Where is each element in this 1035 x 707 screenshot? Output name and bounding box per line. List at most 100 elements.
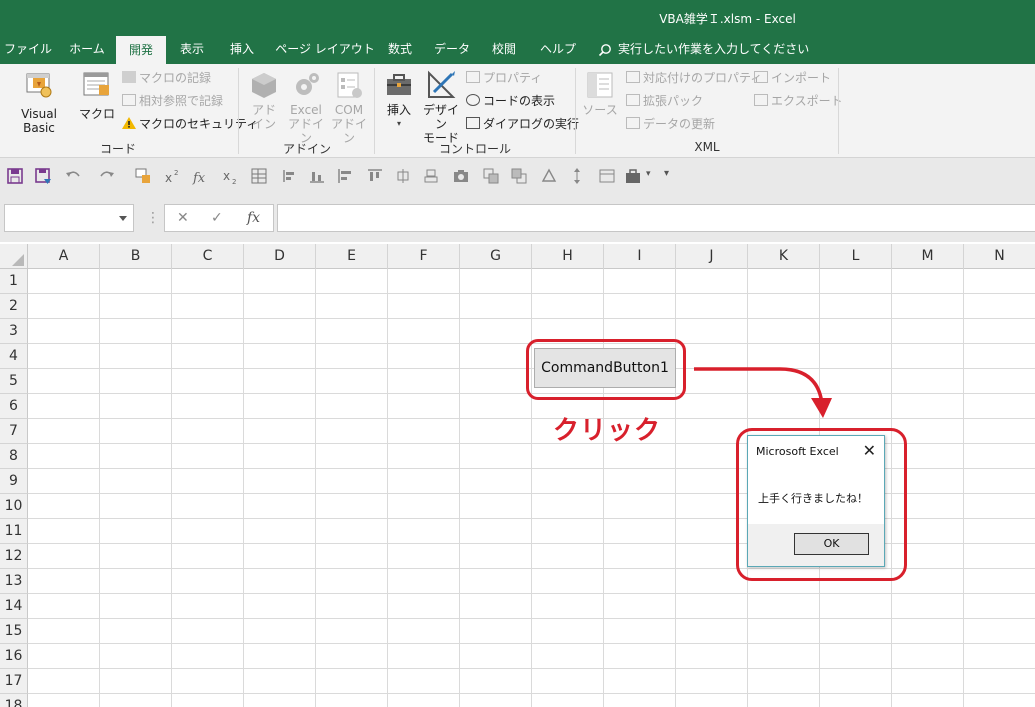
superscript-icon[interactable]: x2 bbox=[164, 167, 182, 185]
com-addins-button[interactable]: COM アドイン bbox=[328, 70, 370, 145]
undo-icon[interactable] bbox=[64, 167, 82, 185]
row-header-13[interactable]: 13 bbox=[0, 569, 28, 594]
tab-data[interactable]: データ bbox=[430, 36, 474, 64]
tab-help[interactable]: ヘルプ bbox=[534, 36, 582, 64]
export-button[interactable]: エクスポート bbox=[754, 91, 843, 111]
row-header-1[interactable]: 1 bbox=[0, 269, 28, 294]
refresh-data-button[interactable]: データの更新 bbox=[626, 114, 715, 134]
column-header-k[interactable]: K bbox=[748, 244, 820, 269]
xml-source-button[interactable]: ソース bbox=[580, 70, 620, 117]
group-icon[interactable] bbox=[422, 167, 440, 185]
row-header-10[interactable]: 10 bbox=[0, 494, 28, 519]
column-header-b[interactable]: B bbox=[100, 244, 172, 269]
tab-formulas[interactable]: 数式 bbox=[380, 36, 420, 64]
ok-button[interactable]: OK bbox=[794, 533, 869, 555]
row-header-5[interactable]: 5 bbox=[0, 369, 28, 394]
bring-forward-icon[interactable] bbox=[482, 167, 500, 185]
column-header-j[interactable]: J bbox=[676, 244, 748, 269]
map-properties-label: 対応付けのプロパティ bbox=[643, 71, 763, 85]
insert-function-icon[interactable]: fx bbox=[247, 210, 260, 226]
command-button[interactable]: CommandButton1 bbox=[534, 348, 676, 388]
run-dialog-button[interactable]: ダイアログの実行 bbox=[466, 114, 579, 134]
column-header-c[interactable]: C bbox=[172, 244, 244, 269]
save-icon[interactable] bbox=[6, 167, 24, 185]
align-top-icon[interactable] bbox=[366, 167, 384, 185]
gridline bbox=[28, 643, 1035, 644]
tell-me-box[interactable]: 実行したい作業を入力してください bbox=[598, 36, 809, 64]
height-icon[interactable] bbox=[568, 167, 586, 185]
view-code-button[interactable]: コードの表示 bbox=[466, 91, 555, 111]
controls-group-label: コントロール bbox=[438, 142, 511, 156]
formula-input[interactable] bbox=[277, 204, 1035, 232]
row-header-4[interactable]: 4 bbox=[0, 344, 28, 369]
map-properties-button[interactable]: 対応付けのプロパティ bbox=[626, 68, 762, 88]
record-macro-button[interactable]: マクロの記録 bbox=[122, 68, 211, 88]
toolbox-icon[interactable] bbox=[624, 167, 642, 185]
tab-developer[interactable]: 開発 bbox=[116, 36, 166, 64]
tab-file[interactable]: ファイル bbox=[0, 36, 56, 64]
design-mode-button[interactable]: デザイン モード bbox=[420, 70, 462, 145]
column-header-m[interactable]: M bbox=[892, 244, 964, 269]
shape-icon[interactable] bbox=[540, 167, 558, 185]
subscript-icon[interactable]: x2 bbox=[222, 167, 240, 185]
select-all-button[interactable] bbox=[0, 244, 28, 269]
row-header-7[interactable]: 7 bbox=[0, 419, 28, 444]
properties-button[interactable]: プロパティ bbox=[466, 68, 542, 88]
enter-icon[interactable]: ✓ bbox=[211, 210, 223, 226]
table-icon[interactable] bbox=[250, 167, 268, 185]
format-painter-icon[interactable] bbox=[134, 167, 152, 185]
row-header-8[interactable]: 8 bbox=[0, 444, 28, 469]
column-header-i[interactable]: I bbox=[604, 244, 676, 269]
tab-view[interactable]: 表示 bbox=[170, 36, 214, 64]
chevron-down-icon[interactable]: ▾ bbox=[646, 169, 651, 179]
column-header-d[interactable]: D bbox=[244, 244, 316, 269]
column-header-f[interactable]: F bbox=[388, 244, 460, 269]
column-header-a[interactable]: A bbox=[28, 244, 100, 269]
expansion-packs-button[interactable]: 拡張パック bbox=[626, 91, 703, 111]
addins-button[interactable]: アド イン bbox=[246, 70, 282, 131]
row-header-18[interactable]: 18 bbox=[0, 694, 28, 707]
redo-icon[interactable] bbox=[98, 167, 116, 185]
window-icon[interactable] bbox=[598, 167, 616, 185]
visual-basic-button[interactable]: Visual Basic bbox=[4, 70, 74, 135]
camera-icon[interactable] bbox=[452, 167, 470, 185]
align-icon[interactable] bbox=[280, 167, 298, 185]
align-left-icon[interactable] bbox=[336, 167, 354, 185]
distribute-icon[interactable] bbox=[394, 167, 412, 185]
column-header-e[interactable]: E bbox=[316, 244, 388, 269]
save-as-icon[interactable] bbox=[34, 167, 52, 185]
row-header-16[interactable]: 16 bbox=[0, 644, 28, 669]
insert-control-button[interactable]: 挿入 ▾ bbox=[380, 70, 418, 131]
macro-button[interactable]: マクロ bbox=[78, 70, 116, 121]
row-header-2[interactable]: 2 bbox=[0, 294, 28, 319]
column-header-n[interactable]: N bbox=[964, 244, 1035, 269]
align-bottom-icon[interactable] bbox=[308, 167, 326, 185]
column-header-l[interactable]: L bbox=[820, 244, 892, 269]
send-backward-icon[interactable] bbox=[510, 167, 528, 185]
row-header-14[interactable]: 14 bbox=[0, 594, 28, 619]
column-header-g[interactable]: G bbox=[460, 244, 532, 269]
import-button[interactable]: インポート bbox=[754, 68, 831, 88]
relative-reference-button[interactable]: 相対参照で記録 bbox=[122, 91, 223, 111]
title-bar: VBA雑学Ｉ.xlsm - Excel bbox=[0, 0, 1035, 36]
row-header-3[interactable]: 3 bbox=[0, 319, 28, 344]
row-header-17[interactable]: 17 bbox=[0, 669, 28, 694]
customize-qat-icon[interactable]: ▾ bbox=[664, 168, 669, 179]
tab-insert[interactable]: 挿入 bbox=[220, 36, 264, 64]
record-macro-icon bbox=[122, 71, 136, 83]
column-header-h[interactable]: H bbox=[532, 244, 604, 269]
cancel-icon[interactable]: ✕ bbox=[177, 210, 189, 226]
row-header-15[interactable]: 15 bbox=[0, 619, 28, 644]
name-box[interactable] bbox=[4, 204, 134, 232]
row-header-12[interactable]: 12 bbox=[0, 544, 28, 569]
tab-home[interactable]: ホーム bbox=[60, 36, 114, 64]
row-header-6[interactable]: 6 bbox=[0, 394, 28, 419]
tab-review[interactable]: 校閲 bbox=[484, 36, 524, 64]
close-icon[interactable]: ✕ bbox=[863, 441, 876, 460]
tab-page-layout[interactable]: ページ レイアウト bbox=[272, 36, 378, 64]
excel-addins-button[interactable]: Excel アドイン bbox=[285, 70, 327, 145]
function-icon[interactable]: fx bbox=[192, 167, 210, 185]
row-header-11[interactable]: 11 bbox=[0, 519, 28, 544]
row-header-9[interactable]: 9 bbox=[0, 469, 28, 494]
chevron-down-icon[interactable] bbox=[119, 216, 127, 221]
